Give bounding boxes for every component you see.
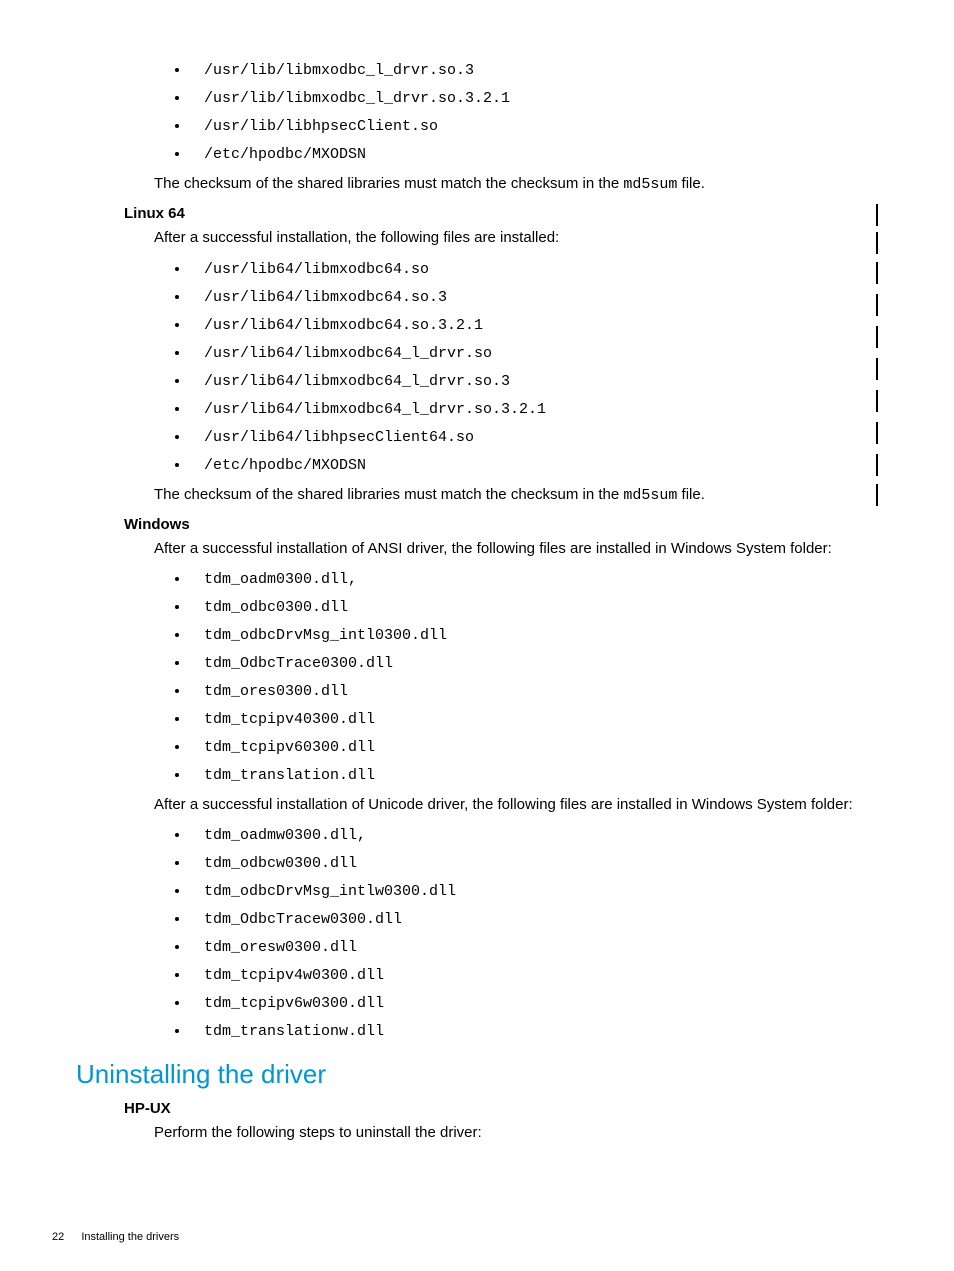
list-item: /usr/lib64/libhpsecClient64.so bbox=[190, 423, 878, 451]
checksum-note: The checksum of the shared libraries mus… bbox=[154, 485, 878, 506]
change-bar-icon bbox=[876, 294, 878, 316]
list-item: tdm_oadm0300.dll, bbox=[190, 565, 878, 593]
list-item: tdm_OdbcTrace0300.dll bbox=[190, 649, 878, 677]
file-path: /usr/lib64/libmxodbc64.so.3.2.1 bbox=[190, 317, 483, 334]
file-path: /usr/lib64/libmxodbc64.so.3 bbox=[190, 289, 447, 306]
change-bar-icon bbox=[876, 454, 878, 476]
change-bar-icon bbox=[876, 326, 878, 348]
list-item: /usr/lib64/libmxodbc64.so.3 bbox=[190, 283, 878, 311]
body-text: file. bbox=[677, 175, 705, 192]
file-path: /etc/hpodbc/MXODSN bbox=[190, 457, 366, 474]
list-item: /usr/lib/libmxodbc_l_drvr.so.3.2.1 bbox=[190, 84, 878, 112]
file-path: tdm_oadm0300.dll, bbox=[190, 571, 357, 588]
list-item: /usr/lib/libhpsecClient.so bbox=[190, 112, 878, 140]
list-item: /usr/lib64/libmxodbc64.so bbox=[190, 255, 878, 283]
body-text: The checksum of the shared libraries mus… bbox=[154, 486, 623, 503]
file-path: /usr/lib64/libmxodbc64_l_drvr.so.3.2.1 bbox=[190, 401, 546, 418]
file-path: tdm_translation.dll bbox=[190, 767, 375, 784]
change-bar-icon bbox=[876, 422, 878, 444]
list-item: /usr/lib64/libmxodbc64_l_drvr.so.3 bbox=[190, 367, 878, 395]
change-bar-icon bbox=[876, 390, 878, 412]
change-bar-icon bbox=[876, 484, 878, 506]
checksum-note: The checksum of the shared libraries mus… bbox=[154, 174, 878, 195]
windows-ansi-file-list: tdm_oadm0300.dll, tdm_odbc0300.dll tdm_o… bbox=[190, 565, 878, 789]
file-path: /usr/lib/libhpsecClient.so bbox=[190, 118, 438, 135]
change-bar-icon bbox=[876, 358, 878, 380]
file-path: tdm_oresw0300.dll bbox=[190, 939, 357, 956]
list-item: tdm_oresw0300.dll bbox=[190, 933, 878, 961]
top-file-list: /usr/lib/libmxodbc_l_drvr.so.3 /usr/lib/… bbox=[190, 56, 878, 168]
file-path: /usr/lib64/libmxodbc64.so bbox=[190, 261, 429, 278]
file-path: tdm_translationw.dll bbox=[190, 1023, 384, 1040]
file-path: /etc/hpodbc/MXODSN bbox=[190, 146, 366, 163]
windows-heading: Windows bbox=[124, 516, 878, 533]
list-item: /etc/hpodbc/MXODSN bbox=[190, 140, 878, 168]
page-number: 22 bbox=[52, 1231, 64, 1243]
list-item: tdm_odbcDrvMsg_intlw0300.dll bbox=[190, 877, 878, 905]
file-path: tdm_oadmw0300.dll, bbox=[190, 827, 366, 844]
file-path: tdm_tcpipv6w0300.dll bbox=[190, 995, 384, 1012]
footer-chapter: Installing the drivers bbox=[81, 1231, 179, 1243]
file-path: tdm_ores0300.dll bbox=[190, 683, 348, 700]
list-item: tdm_odbc0300.dll bbox=[190, 593, 878, 621]
file-path: /usr/lib64/libmxodbc64_l_drvr.so.3 bbox=[190, 373, 510, 390]
file-path: tdm_tcpipv40300.dll bbox=[190, 711, 375, 728]
file-path: tdm_odbc0300.dll bbox=[190, 599, 348, 616]
list-item: tdm_odbcDrvMsg_intl0300.dll bbox=[190, 621, 878, 649]
file-path: tdm_odbcDrvMsg_intlw0300.dll bbox=[190, 883, 456, 900]
code-text: md5sum bbox=[623, 176, 677, 193]
file-path: tdm_OdbcTracew0300.dll bbox=[190, 911, 402, 928]
list-item: /usr/lib/libmxodbc_l_drvr.so.3 bbox=[190, 56, 878, 84]
windows-unicode-file-list: tdm_oadmw0300.dll, tdm_odbcw0300.dll tdm… bbox=[190, 821, 878, 1045]
list-item: tdm_odbcw0300.dll bbox=[190, 849, 878, 877]
list-item: tdm_tcpipv4w0300.dll bbox=[190, 961, 878, 989]
body-text: file. bbox=[677, 486, 705, 503]
list-item: tdm_tcpipv40300.dll bbox=[190, 705, 878, 733]
list-item: /usr/lib64/libmxodbc64.so.3.2.1 bbox=[190, 311, 878, 339]
list-item: /usr/lib64/libmxodbc64_l_drvr.so.3.2.1 bbox=[190, 395, 878, 423]
file-path: tdm_tcpipv60300.dll bbox=[190, 739, 375, 756]
list-item: tdm_OdbcTracew0300.dll bbox=[190, 905, 878, 933]
file-path: tdm_odbcDrvMsg_intl0300.dll bbox=[190, 627, 447, 644]
change-bar-icon bbox=[876, 204, 878, 226]
file-path: /usr/lib/libmxodbc_l_drvr.so.3.2.1 bbox=[190, 90, 510, 107]
change-bar-icon bbox=[876, 262, 878, 284]
windows-intro: After a successful installation of ANSI … bbox=[154, 539, 878, 559]
windows-unicode-intro: After a successful installation of Unico… bbox=[154, 795, 878, 815]
page-footer: 22 Installing the drivers bbox=[52, 1231, 179, 1243]
list-item: /etc/hpodbc/MXODSN bbox=[190, 451, 878, 479]
file-path: tdm_OdbcTrace0300.dll bbox=[190, 655, 393, 672]
list-item: tdm_oadmw0300.dll, bbox=[190, 821, 878, 849]
file-path: /usr/lib/libmxodbc_l_drvr.so.3 bbox=[190, 62, 474, 79]
list-item: tdm_tcpipv60300.dll bbox=[190, 733, 878, 761]
hpux-heading: HP-UX bbox=[124, 1100, 878, 1117]
code-text: md5sum bbox=[623, 487, 677, 504]
list-item: tdm_ores0300.dll bbox=[190, 677, 878, 705]
hpux-intro: Perform the following steps to uninstall… bbox=[154, 1123, 878, 1143]
body-text: The checksum of the shared libraries mus… bbox=[154, 175, 623, 192]
list-item: tdm_tcpipv6w0300.dll bbox=[190, 989, 878, 1017]
change-bar-icon bbox=[876, 232, 878, 254]
list-item: tdm_translation.dll bbox=[190, 761, 878, 789]
linux64-file-list: /usr/lib64/libmxodbc64.so /usr/lib64/lib… bbox=[190, 255, 878, 479]
linux64-heading: Linux 64 bbox=[124, 205, 878, 222]
linux64-intro: After a successful installation, the fol… bbox=[154, 228, 878, 248]
list-item: tdm_translationw.dll bbox=[190, 1017, 878, 1045]
list-item: /usr/lib64/libmxodbc64_l_drvr.so bbox=[190, 339, 878, 367]
file-path: /usr/lib64/libhpsecClient64.so bbox=[190, 429, 474, 446]
file-path: tdm_tcpipv4w0300.dll bbox=[190, 967, 384, 984]
file-path: tdm_odbcw0300.dll bbox=[190, 855, 357, 872]
uninstall-section-title: Uninstalling the driver bbox=[76, 1059, 878, 1090]
file-path: /usr/lib64/libmxodbc64_l_drvr.so bbox=[190, 345, 492, 362]
